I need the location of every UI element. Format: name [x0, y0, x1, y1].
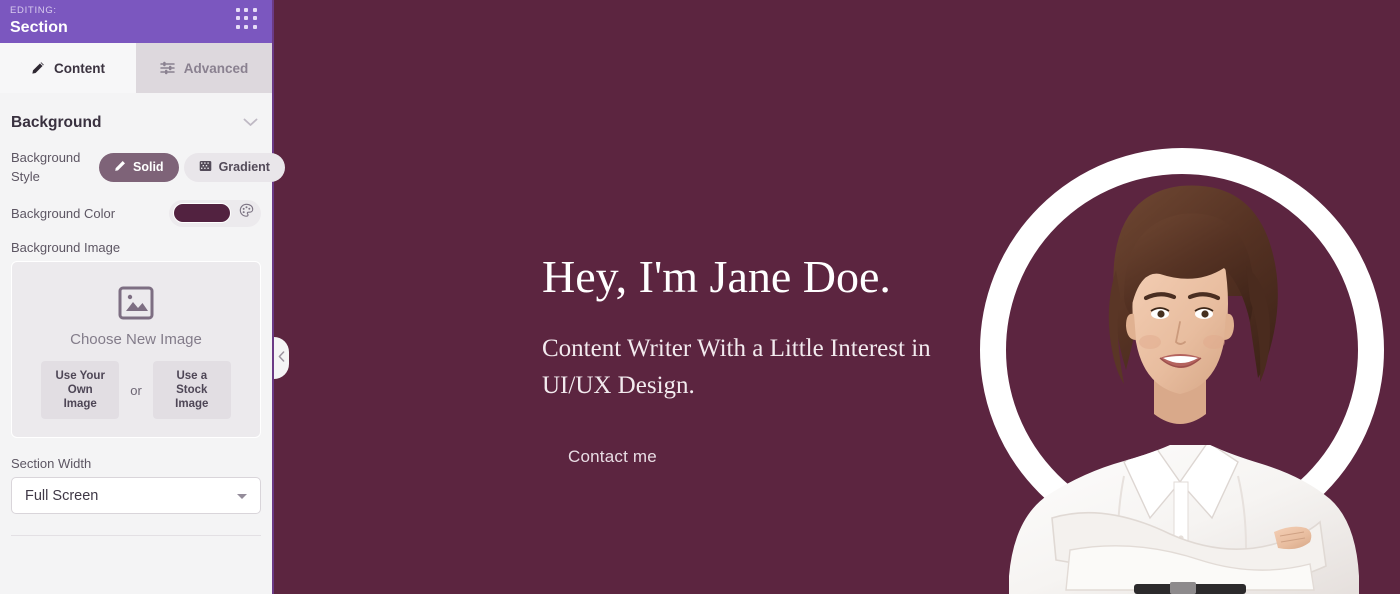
- background-style-label: Background Style: [11, 150, 81, 184]
- image-placeholder-icon: [24, 284, 248, 322]
- panel-divider: [11, 535, 261, 536]
- hero-text-block: Hey, I'm Jane Doe. Content Writer With a…: [542, 250, 1012, 404]
- chevron-down-icon[interactable]: [243, 114, 258, 132]
- chevron-left-icon: [278, 349, 285, 367]
- tab-advanced[interactable]: Advanced: [136, 43, 272, 93]
- use-own-line1: Use Your: [55, 370, 105, 382]
- settings-panel: EDITING: Section Content Advanced Backgr…: [0, 0, 285, 594]
- use-stock-line1: Use a: [176, 370, 208, 382]
- style-option-gradient-label: Gradient: [218, 160, 270, 174]
- background-image-label: Background Image: [11, 240, 121, 255]
- background-color-label: Background Color: [11, 205, 116, 221]
- or-separator: or: [130, 382, 142, 398]
- panel-tabs: Content Advanced: [0, 43, 272, 93]
- tab-content[interactable]: Content: [0, 43, 136, 93]
- hero-portrait-image[interactable]: [974, 146, 1386, 594]
- style-option-solid-label: Solid: [133, 160, 164, 174]
- use-own-line2: Own Image: [63, 384, 97, 410]
- palette-icon[interactable]: [239, 203, 254, 223]
- style-option-solid[interactable]: Solid: [99, 152, 179, 182]
- preview-canvas[interactable]: Hey, I'm Jane Doe. Content Writer With a…: [274, 0, 1400, 594]
- use-your-own-image-button[interactable]: Use Your Own Image: [41, 361, 120, 419]
- pencil-icon: [31, 61, 45, 75]
- background-section-header[interactable]: Background: [11, 93, 261, 148]
- editor-root: Hey, I'm Jane Doe. Content Writer With a…: [0, 0, 1400, 594]
- background-style-row: Background Style Solid Gradient: [11, 148, 285, 186]
- section-width-label: Section Width: [11, 456, 92, 471]
- panel-header: EDITING: Section: [0, 0, 272, 43]
- section-width-value: Full Screen: [25, 487, 99, 504]
- editing-target-name: Section: [10, 19, 68, 36]
- tab-advanced-label: Advanced: [183, 60, 249, 76]
- dropzone-actions: Use Your Own Image or Use a Stock Image: [24, 361, 248, 419]
- gradient-icon: [199, 160, 212, 175]
- editing-label: EDITING:: [10, 5, 57, 16]
- tab-content-label: Content: [54, 60, 105, 76]
- pencil-icon: [114, 160, 126, 175]
- background-color-picker[interactable]: [169, 199, 261, 227]
- section-width-select[interactable]: Full Screen: [11, 477, 261, 514]
- background-color-swatch[interactable]: [173, 203, 231, 223]
- hero-media: [974, 146, 1386, 594]
- background-image-dropzone[interactable]: Choose New Image Use Your Own Image or U…: [11, 261, 261, 438]
- background-color-row: Background Color: [11, 198, 261, 228]
- panel-body: Background Background Style Solid Gradie…: [0, 93, 285, 594]
- use-stock-image-button[interactable]: Use a Stock Image: [152, 361, 231, 419]
- contact-me-link[interactable]: Contact me: [568, 447, 657, 467]
- background-style-toggle: Solid Gradient: [99, 152, 285, 182]
- dropzone-title: Choose New Image: [70, 331, 202, 348]
- grid-dots-icon[interactable]: [236, 8, 258, 30]
- sliders-icon: [159, 61, 175, 75]
- background-section-title: Background: [11, 114, 102, 131]
- style-option-gradient[interactable]: Gradient: [183, 152, 285, 182]
- hero-subtitle[interactable]: Content Writer With a Little Interest in…: [542, 330, 942, 404]
- use-stock-line2: Stock Image: [175, 384, 209, 410]
- hero-title[interactable]: Hey, I'm Jane Doe.: [542, 250, 1012, 304]
- caret-down-icon[interactable]: [237, 493, 247, 499]
